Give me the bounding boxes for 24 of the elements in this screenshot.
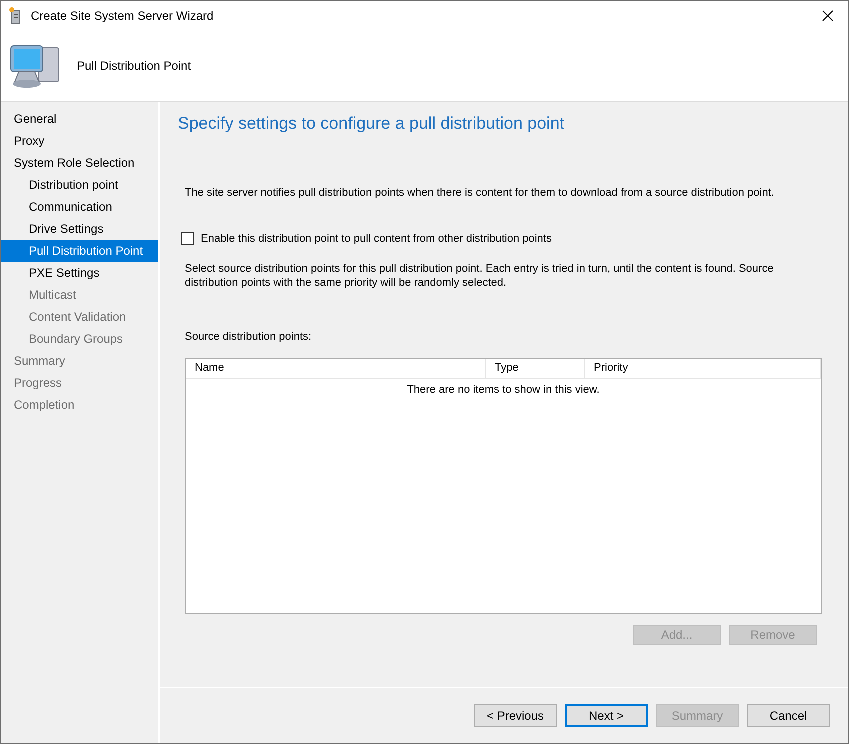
wizard-step[interactable]: General <box>1 108 158 130</box>
list-label: Source distribution points: <box>185 330 313 344</box>
wizard-step[interactable]: Proxy <box>1 130 158 152</box>
wizard-step[interactable]: Drive Settings <box>1 218 158 240</box>
intro-text: The site server notifies pull distribution points when there is content for them to download from a source distribution point. <box>185 186 776 200</box>
enable-pull-checkbox[interactable] <box>181 232 194 245</box>
column-header[interactable]: Type <box>486 359 585 378</box>
wizard-step[interactable]: Communication <box>1 196 158 218</box>
description-text: Select source distribution points for this pull distribution point. Each entry is tried in turn, until the content is found. Source distribution points with the same priority will be randomly selected. <box>185 262 775 290</box>
column-header[interactable]: Name <box>186 359 486 378</box>
wizard-step[interactable]: Distribution point <box>1 174 158 196</box>
wizard-button[interactable]: Cancel <box>747 704 830 727</box>
window-title: Create Site System Server Wizard <box>31 9 214 23</box>
wizard-button[interactable]: Next > <box>565 704 648 727</box>
wizard-step[interactable]: System Role Selection <box>1 152 158 174</box>
page-title: Pull Distribution Point <box>77 59 192 73</box>
empty-message: There are no items to show in this view. <box>406 384 601 396</box>
wizard-step[interactable]: PXE Settings <box>1 262 158 284</box>
wizard-button[interactable]: < Previous <box>474 704 557 727</box>
wizard-step[interactable]: Pull Distribution Point <box>1 240 158 262</box>
page-heading: Specify settings to configure a pull distribution point <box>178 114 566 134</box>
column-header[interactable]: Priority <box>585 359 821 378</box>
checkbox-label: Enable this distribution point to pull content from other distribution points <box>201 232 552 244</box>
server-icon <box>9 7 23 25</box>
